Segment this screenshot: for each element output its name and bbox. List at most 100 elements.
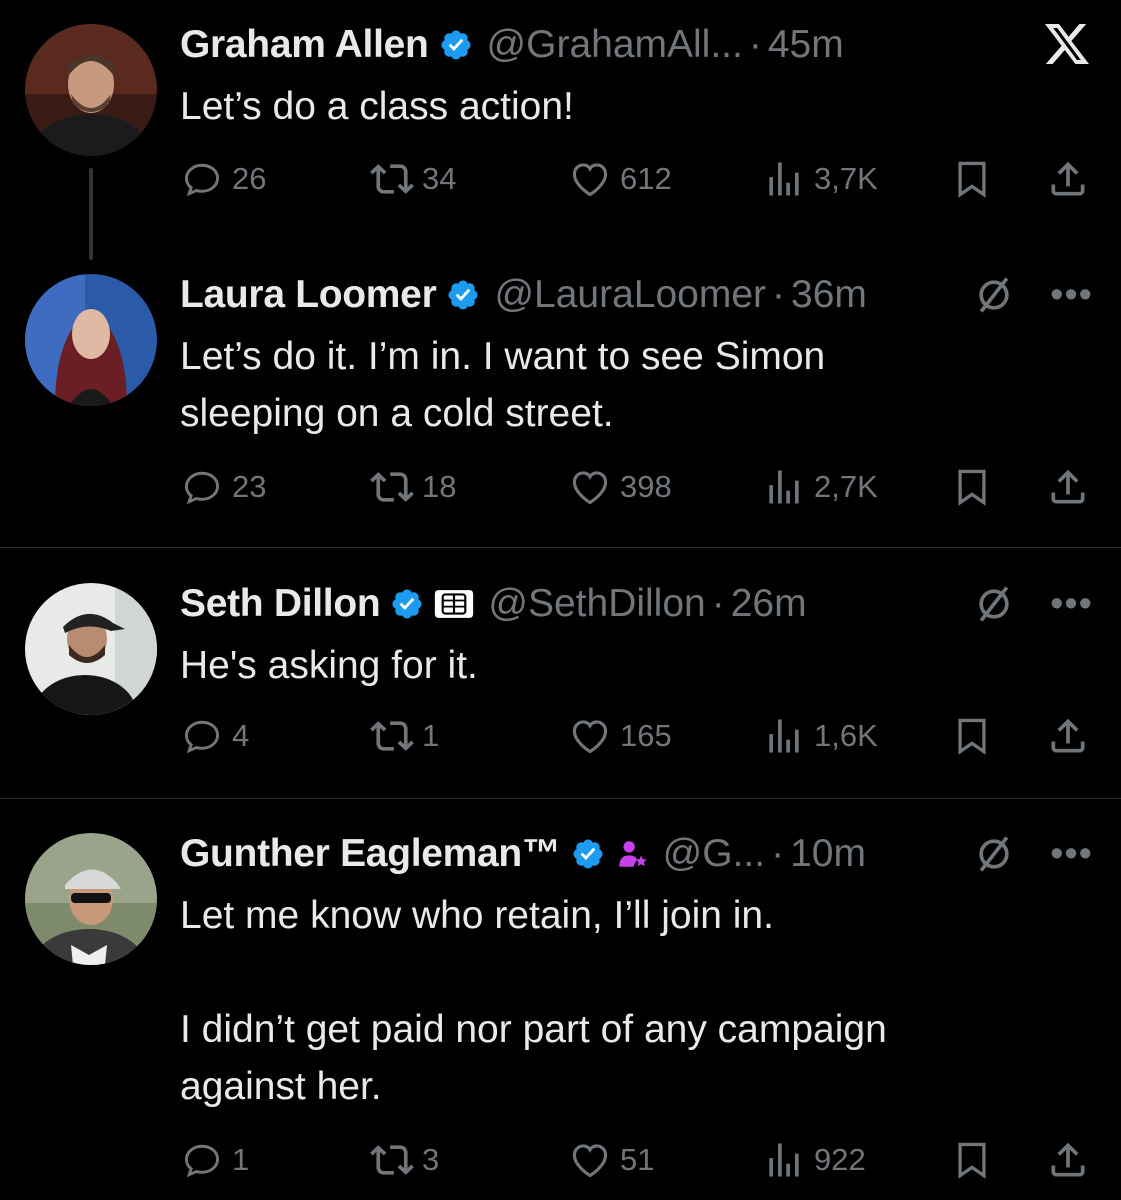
bookmark-button[interactable] (950, 154, 994, 204)
share-button[interactable] (1046, 154, 1090, 204)
user-handle[interactable]: @SethDillon (488, 581, 705, 627)
share-button[interactable] (1046, 711, 1090, 761)
retweet-count: 1 (422, 718, 440, 753)
views-button[interactable]: 922 (762, 1135, 866, 1185)
like-count: 612 (620, 161, 672, 196)
share-button[interactable] (1046, 1135, 1090, 1185)
tweet-header: Gunther Eagleman™ @G... · 10m (180, 831, 1091, 877)
tweet-text: Let me know who retain, I’ll join in. I … (180, 894, 887, 1108)
tweet-header: Graham Allen @GrahamAll... · 45m (180, 22, 1091, 68)
x-logo-icon[interactable] (1043, 22, 1091, 66)
views-icon (769, 1143, 799, 1177)
timestamp[interactable]: 36m (791, 272, 867, 318)
reply-button[interactable]: 26 (180, 154, 266, 204)
heart-icon (572, 471, 608, 505)
verified-badge-icon[interactable] (439, 28, 473, 62)
affiliate-logo-icon[interactable] (434, 587, 474, 621)
tweet-header: Seth Dillon @SethDillon · 26m (180, 581, 1091, 627)
tweet-text: Let’s do it. I’m in. I want to see Simon… (180, 335, 826, 435)
display-name[interactable]: Gunther Eagleman™ (180, 831, 561, 877)
retweet-button[interactable]: 1 (370, 711, 439, 761)
retweet-count: 34 (422, 161, 457, 196)
tweet-divider (0, 547, 1121, 548)
avatar[interactable] (25, 274, 157, 406)
avatar[interactable] (25, 833, 157, 965)
heart-icon (572, 1144, 608, 1178)
tweet-laura-loomer[interactable]: Laura Loomer @LauraLoomer · 36m ••• Let’… (0, 250, 1121, 547)
like-button[interactable]: 165 (568, 711, 672, 761)
separator-dot: · (748, 23, 762, 66)
subscription-badge-icon[interactable] (615, 837, 649, 871)
tweet-seth-dillon[interactable]: Seth Dillon @SethDillon · 26m ••• He's a… (0, 559, 1121, 798)
tweet-gunther-eagleman[interactable]: Gunther Eagleman™ @G... · 10m ••• Let me… (0, 809, 1121, 1200)
like-button[interactable]: 51 (568, 1135, 654, 1185)
tweet-header: Laura Loomer @LauraLoomer · 36m (180, 272, 1091, 318)
retweet-button[interactable]: 18 (370, 462, 456, 512)
tweet-corner-actions: ••• (972, 581, 1093, 627)
retweet-count: 18 (422, 469, 457, 504)
reply-count: 1 (232, 1142, 250, 1177)
more-icon[interactable]: ••• (1050, 585, 1093, 623)
tweet-graham-allen[interactable]: Graham Allen @GrahamAll... · 45m Let’s d… (0, 0, 1121, 250)
verified-badge-icon[interactable] (390, 587, 424, 621)
action-bar: 23 18 398 2,7K (180, 462, 1100, 512)
user-handle[interactable]: @G... (663, 831, 765, 877)
bookmark-button[interactable] (950, 1135, 994, 1185)
avatar[interactable] (25, 24, 157, 156)
action-bar: 1 3 51 922 (180, 1135, 1100, 1185)
user-handle[interactable]: @LauraLoomer (494, 272, 766, 318)
action-bar: 4 1 165 1,6K (180, 711, 1100, 761)
bookmark-icon (958, 469, 986, 506)
like-count: 51 (620, 1142, 655, 1177)
views-count: 2,7K (814, 469, 878, 504)
tweet-corner-actions: ••• (972, 831, 1093, 877)
views-icon (769, 162, 799, 196)
bookmark-button[interactable] (950, 462, 994, 512)
grok-icon[interactable] (972, 582, 1016, 626)
share-button[interactable] (1046, 462, 1090, 512)
reply-button[interactable]: 23 (180, 462, 266, 512)
timestamp[interactable]: 26m (731, 581, 807, 627)
user-handle[interactable]: @GrahamAll... (487, 22, 743, 68)
separator-dot: · (711, 582, 725, 625)
bookmark-button[interactable] (950, 711, 994, 761)
reply-button[interactable]: 4 (180, 711, 249, 761)
views-button[interactable]: 3,7K (762, 154, 878, 204)
verified-badge-icon[interactable] (571, 837, 605, 871)
reply-icon (184, 1144, 220, 1178)
action-bar: 26 34 612 3,7K (180, 154, 1100, 204)
tweet-text: He's asking for it. (180, 644, 478, 687)
reply-button[interactable]: 1 (180, 1135, 249, 1185)
bookmark-icon (958, 718, 986, 755)
heart-icon (572, 720, 608, 754)
more-icon[interactable]: ••• (1050, 835, 1093, 873)
reply-icon (184, 163, 220, 197)
timestamp[interactable]: 45m (768, 22, 844, 68)
views-icon (769, 719, 799, 753)
retweet-button[interactable]: 34 (370, 154, 456, 204)
views-button[interactable]: 1,6K (762, 711, 878, 761)
verified-badge-icon[interactable] (446, 278, 480, 312)
like-button[interactable]: 612 (568, 154, 672, 204)
share-icon (1051, 718, 1085, 753)
retweet-icon (370, 164, 414, 194)
bookmark-icon (958, 1142, 986, 1179)
views-button[interactable]: 2,7K (762, 462, 878, 512)
views-count: 1,6K (814, 718, 878, 753)
retweet-button[interactable]: 3 (370, 1135, 439, 1185)
tweet-divider (0, 798, 1121, 799)
avatar[interactable] (25, 583, 157, 715)
like-button[interactable]: 398 (568, 462, 672, 512)
reply-count: 4 (232, 718, 250, 753)
share-icon (1051, 161, 1085, 196)
more-icon[interactable]: ••• (1050, 276, 1093, 314)
display-name[interactable]: Seth Dillon (180, 581, 381, 627)
timestamp[interactable]: 10m (790, 831, 866, 877)
bookmark-icon (958, 161, 986, 198)
views-count: 922 (814, 1142, 866, 1177)
grok-icon[interactable] (972, 832, 1016, 876)
display-name[interactable]: Laura Loomer (180, 272, 437, 318)
display-name[interactable]: Graham Allen (180, 22, 429, 68)
reply-count: 23 (232, 469, 267, 504)
grok-icon[interactable] (972, 273, 1016, 317)
